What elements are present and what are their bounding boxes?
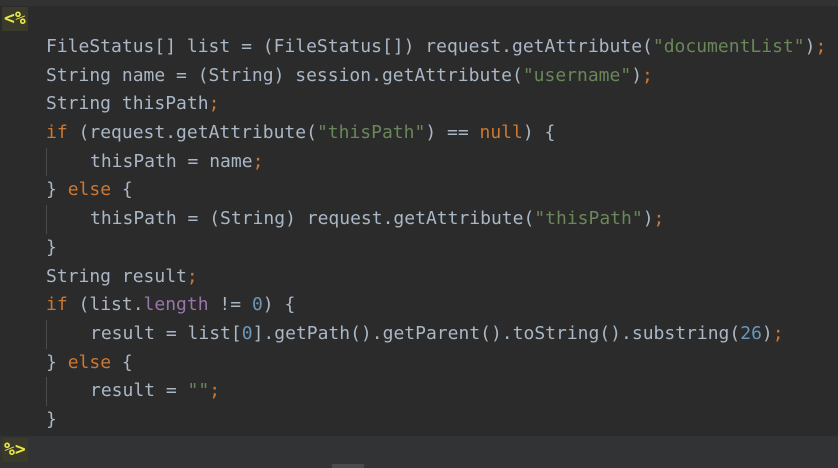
- code-text: String name = (String) session.getAttrib…: [46, 62, 653, 91]
- code-token: ].getPath().getParent().toString().subst…: [252, 322, 741, 344]
- code-text: }: [46, 406, 57, 435]
- code-line[interactable]: thisPath = name;: [0, 147, 838, 177]
- code-token: ) {: [262, 294, 296, 316]
- code-token: if: [46, 122, 68, 144]
- code-token: ) {: [522, 122, 556, 144]
- jsp-close-delimiter: %>: [2, 438, 28, 462]
- code-token: ): [761, 322, 773, 344]
- editor-top-strip: [0, 0, 838, 6]
- code-token: null: [479, 122, 523, 144]
- code-token: String name = (String) session.getAttrib…: [46, 64, 523, 86]
- code-token: "documentList": [652, 36, 805, 57]
- code-token: ) ==: [425, 122, 480, 144]
- code-line[interactable]: FileStatus[] list = (FileStatus[]) reque…: [0, 33, 838, 62]
- code-line[interactable]: String name = (String) session.getAttrib…: [0, 62, 838, 91]
- code-token: }: [46, 236, 57, 258]
- editor-bottom-bar: [0, 436, 838, 468]
- code-token: FileStatus[] list = (FileStatus[]) reque…: [46, 36, 653, 57]
- code-token: else: [67, 179, 112, 201]
- code-token: ): [804, 36, 816, 57]
- code-token: ): [631, 64, 643, 86]
- code-text: }: [46, 234, 57, 263]
- code-text: if (request.getAttribute("thisPath") == …: [46, 119, 555, 148]
- code-token: thisPath = (String) request.getAttribute…: [90, 208, 535, 230]
- code-token: thisPath = name: [90, 150, 253, 172]
- code-token: length: [143, 294, 209, 316]
- indent-guide: [46, 377, 47, 406]
- code-line[interactable]: result = "";: [0, 377, 838, 406]
- code-token: (list.: [67, 294, 144, 316]
- code-token: "": [187, 380, 210, 402]
- code-text: result = "";: [90, 377, 220, 406]
- code-token: !=: [208, 294, 252, 316]
- code-token: 26: [740, 322, 762, 344]
- code-text: String result;: [46, 263, 198, 292]
- jsp-open-delimiter: <%: [2, 7, 28, 31]
- code-token: }: [46, 179, 68, 201]
- code-token: ;: [209, 380, 221, 402]
- code-token: 0: [241, 322, 253, 344]
- code-line[interactable]: } else {: [0, 349, 838, 378]
- code-token: ;: [772, 322, 784, 344]
- code-text: result = list[0].getPath().getParent().t…: [90, 320, 784, 349]
- code-token: {: [111, 351, 133, 373]
- code-line[interactable]: String result;: [0, 263, 838, 292]
- code-line[interactable]: result = list[0].getPath().getParent().t…: [0, 319, 838, 349]
- indent-guide: [46, 205, 47, 234]
- code-token: String result: [46, 265, 187, 287]
- code-token: 0: [251, 294, 263, 316]
- indent-guide: [46, 147, 47, 177]
- code-token: ;: [186, 265, 198, 287]
- code-line[interactable]: if (list.length != 0) {: [0, 291, 838, 320]
- code-text: thisPath = (String) request.getAttribute…: [90, 205, 664, 234]
- code-line[interactable]: if (request.getAttribute("thisPath") == …: [0, 119, 838, 148]
- code-token: String thisPath: [46, 93, 209, 115]
- code-line[interactable]: } else {: [0, 176, 838, 205]
- code-text: thisPath = name;: [90, 148, 263, 177]
- code-text: if (list.length != 0) {: [46, 291, 295, 320]
- code-line[interactable]: thisPath = (String) request.getAttribute…: [0, 205, 838, 234]
- code-token: {: [111, 179, 133, 201]
- code-token: }: [46, 408, 57, 430]
- code-text: } else {: [46, 349, 133, 378]
- code-line[interactable]: }: [0, 234, 838, 263]
- code-token: "thisPath": [316, 122, 426, 144]
- code-token: (request.getAttribute(: [67, 122, 317, 144]
- code-token: ;: [208, 93, 220, 115]
- indent-guide: [46, 319, 47, 349]
- code-line[interactable]: }: [0, 406, 838, 435]
- code-token: "username": [522, 64, 632, 86]
- code-token: "thisPath": [534, 208, 643, 230]
- code-token: ;: [815, 36, 827, 57]
- code-token: ;: [653, 208, 665, 230]
- code-token: ;: [252, 150, 264, 172]
- code-line[interactable]: String thisPath;: [0, 90, 838, 119]
- code-token: }: [46, 351, 68, 373]
- code-token: result =: [90, 380, 188, 402]
- code-editor[interactable]: <% FileStatus[] list = (FileStatus[]) re…: [0, 0, 838, 468]
- code-block[interactable]: FileStatus[] list = (FileStatus[]) reque…: [0, 33, 838, 435]
- code-token: result = list[: [90, 322, 242, 344]
- code-token: else: [67, 351, 112, 373]
- code-text: } else {: [46, 176, 133, 205]
- scroll-indicator[interactable]: [332, 464, 364, 468]
- code-token: if: [46, 294, 68, 316]
- code-text: FileStatus[] list = (FileStatus[]) reque…: [46, 33, 826, 62]
- code-text: String thisPath;: [46, 90, 219, 119]
- code-token: ;: [642, 64, 653, 86]
- code-token: ): [642, 208, 654, 230]
